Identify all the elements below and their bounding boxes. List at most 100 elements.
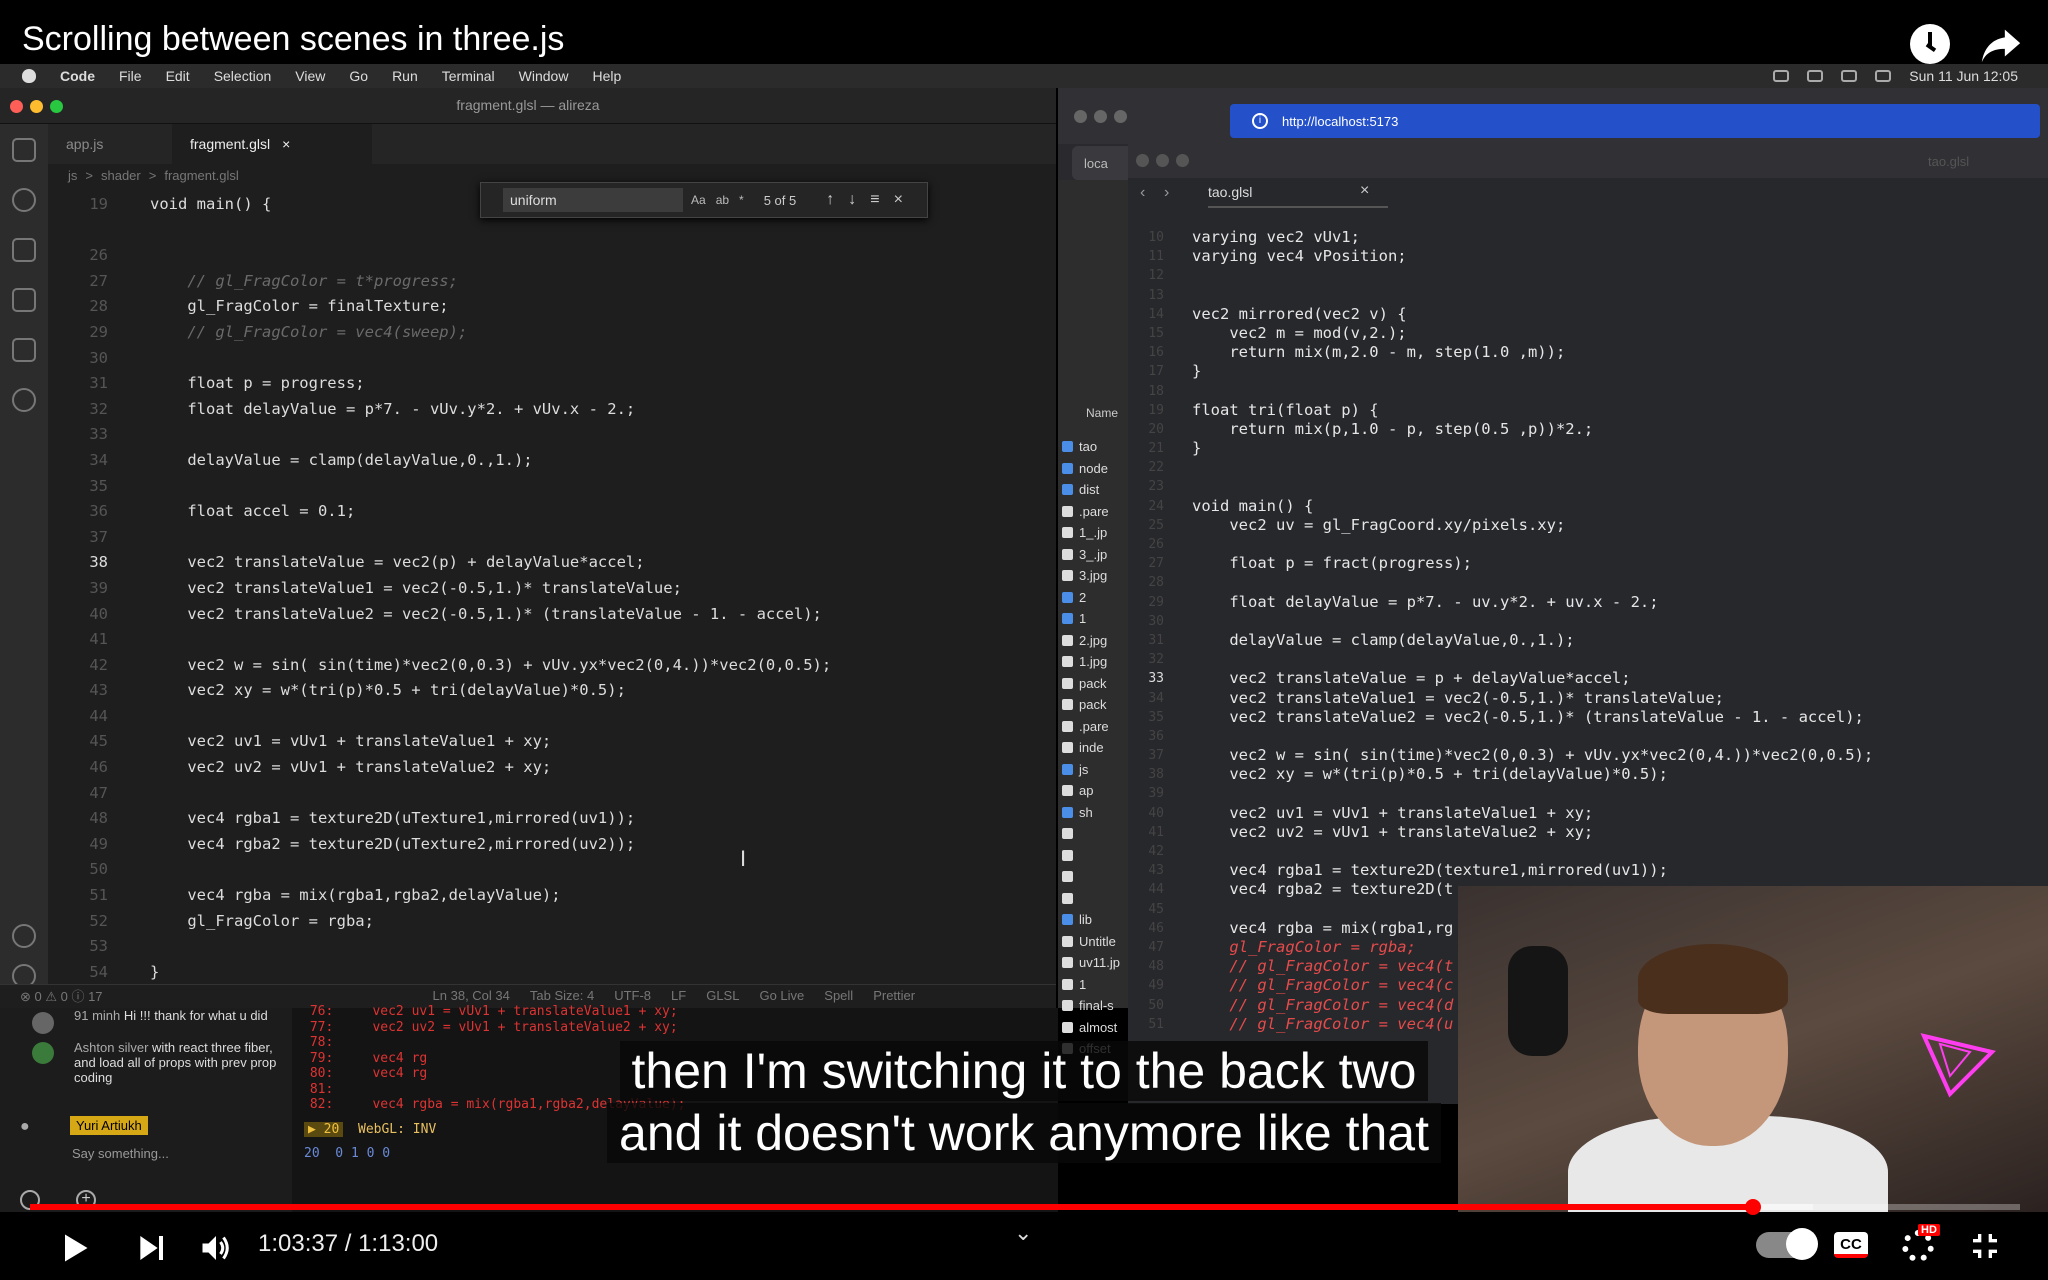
close-tab-icon[interactable]: × xyxy=(282,136,290,152)
code-line[interactable]: 19 float tri(float p) { xyxy=(1128,401,2048,420)
camera-icon[interactable] xyxy=(1773,70,1790,82)
code-line[interactable]: 43 vec2 xy = w*(tri(p)*0.5 + tri(delayVa… xyxy=(60,678,1050,704)
search-icon[interactable] xyxy=(12,188,36,212)
code-line[interactable]: 26 xyxy=(1128,535,2048,554)
finder-item[interactable] xyxy=(1058,845,1130,867)
code-line[interactable]: 38 vec2 translateValue = vec2(p) + delay… xyxy=(60,550,1050,576)
code-line[interactable]: 31 float p = progress; xyxy=(60,371,1050,397)
code-line[interactable]: 53 xyxy=(60,934,1050,960)
code-line[interactable]: 42 vec2 w = sin( sin(time)*vec2(0,0.3) +… xyxy=(60,653,1050,679)
finder-item[interactable]: ap xyxy=(1058,780,1130,802)
code-line[interactable]: 41 xyxy=(60,627,1050,653)
code-line[interactable]: 10 varying vec2 vUv1; xyxy=(1128,228,2048,247)
code-line[interactable]: 36 float accel = 0.1; xyxy=(60,499,1050,525)
finder-item[interactable]: .pare xyxy=(1058,501,1130,523)
cursor-position[interactable]: Ln 38, Col 34 xyxy=(433,988,510,1003)
match-case-toggle[interactable]: Aa xyxy=(691,193,706,207)
minimize-window-icon[interactable] xyxy=(1156,154,1169,167)
finder-item[interactable]: 1 xyxy=(1058,974,1130,996)
next-icon[interactable] xyxy=(134,1232,168,1264)
arrow-down-icon[interactable]: ↓ xyxy=(848,191,856,209)
code-line[interactable]: 36 xyxy=(1128,727,2048,746)
code-line[interactable]: 35 xyxy=(60,474,1050,500)
language-mode[interactable]: GLSL xyxy=(706,988,739,1003)
code-line[interactable]: 49 vec4 rgba2 = texture2D(uTexture2,mirr… xyxy=(60,832,1050,858)
code-line[interactable]: 38 vec2 xy = w*(tri(p)*0.5 + tri(delayVa… xyxy=(1128,765,2048,784)
code-line[interactable]: 22 xyxy=(1128,458,2048,477)
finder-item[interactable] xyxy=(1058,823,1130,845)
menu-run[interactable]: Run xyxy=(392,68,418,84)
code-line[interactable]: 12 xyxy=(1128,266,2048,285)
second-editor-tab[interactable]: tao.glsl xyxy=(1208,184,1252,200)
extensions-icon[interactable] xyxy=(12,338,36,362)
maximize-window-icon[interactable] xyxy=(1176,154,1189,167)
finder-item[interactable]: pack xyxy=(1058,673,1130,695)
finder-item[interactable]: sh xyxy=(1058,802,1130,824)
code-line[interactable]: 40 vec2 translateValue2 = vec2(-0.5,1.)*… xyxy=(60,602,1050,628)
code-line[interactable]: 28 gl_FragColor = finalTexture; xyxy=(60,294,1050,320)
menu-window[interactable]: Window xyxy=(519,68,569,84)
finder-item[interactable]: 1.jpg xyxy=(1058,651,1130,673)
code-line[interactable]: 33 xyxy=(60,422,1050,448)
encoding[interactable]: UTF-8 xyxy=(614,988,651,1003)
code-line[interactable]: 37 vec2 w = sin( sin(time)*vec2(0,0.3) +… xyxy=(1128,746,2048,765)
finder-item[interactable]: js xyxy=(1058,759,1130,781)
menu-file[interactable]: File xyxy=(119,68,142,84)
code-line[interactable]: 44 xyxy=(60,704,1050,730)
code-line[interactable]: 32 float delayValue = p*7. - vUv.y*2. + … xyxy=(60,397,1050,423)
close-window-icon[interactable] xyxy=(1074,110,1087,123)
explorer-icon[interactable] xyxy=(12,138,36,162)
battery-icon[interactable] xyxy=(1807,70,1824,82)
code-line[interactable]: 52 gl_FragColor = rgba; xyxy=(60,909,1050,935)
finder-item[interactable]: node xyxy=(1058,458,1130,480)
eol[interactable]: LF xyxy=(671,988,686,1003)
finder-item[interactable]: 3_.jp xyxy=(1058,544,1130,566)
finder-item[interactable]: final-s xyxy=(1058,995,1130,1017)
tab-app-js[interactable]: app.js xyxy=(48,124,172,164)
code-line[interactable]: 27 float p = fract(progress); xyxy=(1128,554,2048,573)
account-icon[interactable] xyxy=(12,924,36,948)
find-input[interactable] xyxy=(503,188,683,212)
menu-go[interactable]: Go xyxy=(349,68,368,84)
source-control-icon[interactable] xyxy=(12,238,36,262)
code-line[interactable]: 17} xyxy=(1128,362,2048,381)
code-line[interactable]: 20 return mix(p,1.0 - p, step(0.5 ,p))*2… xyxy=(1128,420,2048,439)
info-icon[interactable]: i xyxy=(1252,113,1268,129)
code-line[interactable]: 15 vec2 m = mod(v,2.); xyxy=(1128,324,2048,343)
run-debug-icon[interactable] xyxy=(12,288,36,312)
code-line[interactable]: 21} xyxy=(1128,439,2048,458)
menu-edit[interactable]: Edit xyxy=(166,68,190,84)
lightning-icon[interactable] xyxy=(12,388,36,412)
code-line[interactable]: 25 vec2 uv = gl_FragCoord.xy/pixels.xy; xyxy=(1128,516,2048,535)
finder-item[interactable]: almost xyxy=(1058,1017,1130,1039)
close-icon[interactable]: × xyxy=(894,191,903,209)
code-line[interactable]: 14 vec2 mirrored(vec2 v) { xyxy=(1128,305,2048,324)
code-line[interactable]: 40 vec2 uv1 = vUv1 + translateValue1 + x… xyxy=(1128,804,2048,823)
menu-help[interactable]: Help xyxy=(592,68,621,84)
code-line[interactable]: 24 void main() { xyxy=(1128,497,2048,516)
code-line[interactable]: 26 xyxy=(60,243,1050,269)
finder-item[interactable]: pack xyxy=(1058,694,1130,716)
finder-item[interactable] xyxy=(1058,866,1130,888)
minimize-window-icon[interactable] xyxy=(1094,110,1107,123)
exit-fullscreen-icon[interactable] xyxy=(1968,1230,2002,1262)
code-editor[interactable]: 19 void main() {26 27 // gl_FragColor = t*… xyxy=(60,192,1050,992)
finder-item[interactable]: uv11.jp xyxy=(1058,952,1130,974)
code-line[interactable]: 18 xyxy=(1128,382,2048,401)
code-line[interactable]: 37 xyxy=(60,525,1050,551)
code-line[interactable]: 11 varying vec4 vPosition; xyxy=(1128,247,2048,266)
go-live-button[interactable]: Go Live xyxy=(759,988,804,1003)
finder-item[interactable]: lib xyxy=(1058,909,1130,931)
code-line[interactable]: 16 return mix(m,2.0 - m, step(1.0 ,m)); xyxy=(1128,343,2048,362)
code-line[interactable]: 31 delayValue = clamp(delayValue,0.,1.); xyxy=(1128,631,2048,650)
finder-item[interactable]: 3.jpg xyxy=(1058,565,1130,587)
code-line[interactable]: 35 vec2 translateValue2 = vec2(-0.5,1.)*… xyxy=(1128,708,2048,727)
tab-fragment-glsl[interactable]: fragment.glsl × xyxy=(172,124,372,164)
chevron-down-icon[interactable]: ⌄ xyxy=(1014,1220,1032,1246)
code-line[interactable]: 46 vec2 uv2 = vUv1 + translateValue2 + x… xyxy=(60,755,1050,781)
menu-code[interactable]: Code xyxy=(60,68,95,84)
code-line[interactable]: 48 vec4 rgba1 = texture2D(uTexture1,mirr… xyxy=(60,806,1050,832)
problems-count[interactable]: ⊗ 0 ⚠ 0 ⓘ 17 xyxy=(20,986,103,1005)
menu-terminal[interactable]: Terminal xyxy=(442,68,495,84)
wifi-icon[interactable] xyxy=(1841,70,1858,82)
